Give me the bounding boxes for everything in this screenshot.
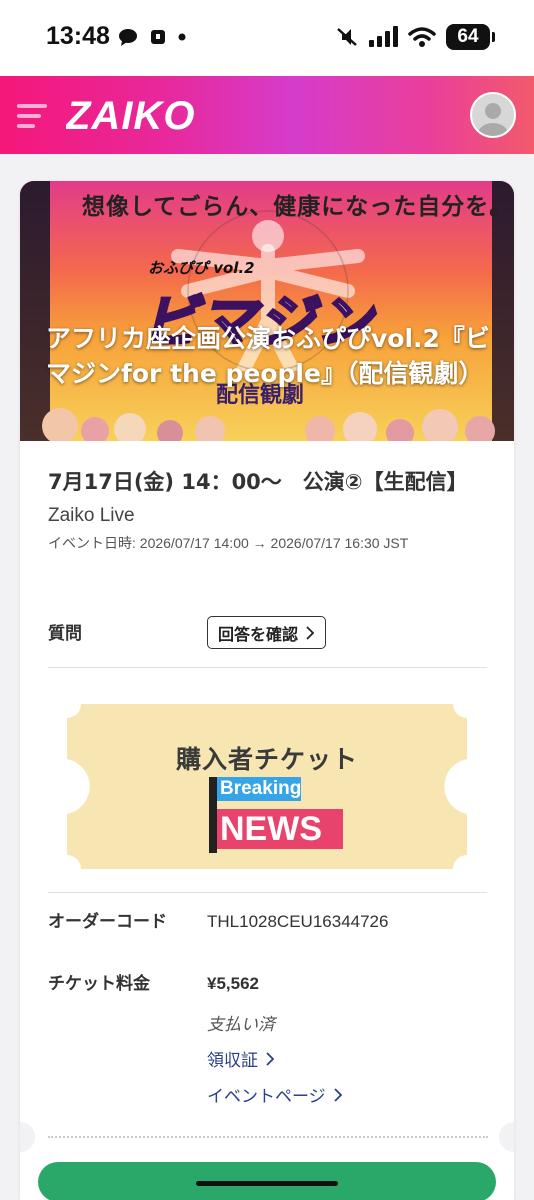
event-title: アフリカ座企画公演おふぴぴvol.2『ビマジンfor the people』（配… xyxy=(46,324,490,388)
status-time: 13:48 xyxy=(46,22,110,50)
receipt-link-label: 領収証 xyxy=(207,1051,258,1071)
mute-icon xyxy=(337,28,357,46)
perforation-line xyxy=(48,1136,488,1138)
ticket-stub[interactable]: 購入者チケット Breaking NEWS xyxy=(67,704,467,869)
event-page-link-label: イベントページ xyxy=(207,1087,326,1107)
payment-status: 支払い済 xyxy=(207,1015,275,1035)
message-icon xyxy=(151,30,165,44)
badge-breaking: Breaking xyxy=(217,777,301,801)
user-icon xyxy=(478,103,508,136)
event-dates: イベント日時: 2026/07/17 14:00 → 2026/07/17 16… xyxy=(48,535,409,551)
breaking-news-badge: Breaking NEWS xyxy=(209,777,343,853)
zaiko-logo[interactable]: ZAIKO xyxy=(66,96,218,134)
event-banner[interactable]: 想像してごらん、健康になった自分を。 おふぴぴ vol.2 ビマジン 配信観劇 … xyxy=(20,181,514,441)
ticket-title: 購入者チケット xyxy=(175,745,358,774)
signal-icon xyxy=(369,26,398,47)
chevron-right-icon xyxy=(306,625,315,640)
avatar[interactable] xyxy=(470,92,516,138)
battery-indicator: 64 xyxy=(446,24,495,50)
menu-icon[interactable] xyxy=(17,104,49,128)
app-header: ZAIKO xyxy=(0,76,534,154)
svg-text:ZAIKO: ZAIKO xyxy=(66,96,195,134)
badge-news: NEWS xyxy=(217,809,343,849)
question-label: 質問 xyxy=(48,624,82,644)
dot-icon xyxy=(178,33,186,41)
banner-tagline: 想像してごらん、健康になった自分を。 xyxy=(82,194,514,220)
performance-name: 7月17日(金) 14：00〜 公演②【生配信】 xyxy=(48,470,468,494)
chat-bubble-icon xyxy=(119,29,137,46)
ticket-card: 想像してごらん、健康になった自分を。 おふぴぴ vol.2 ビマジン 配信観劇 … xyxy=(20,181,514,1200)
status-bar: 13:48 64 xyxy=(0,0,534,76)
divider xyxy=(48,667,487,668)
home-indicator[interactable] xyxy=(196,1181,338,1186)
wifi-icon xyxy=(408,27,436,47)
ticket-notch-right xyxy=(499,1122,514,1152)
venue: Zaiko Live xyxy=(48,505,135,526)
banner-series: おふぴぴ vol.2 xyxy=(148,259,255,277)
order-code-value: THL1028CEU16344726 xyxy=(207,912,389,931)
confirm-answer-button[interactable]: 回答を確認 xyxy=(207,616,327,649)
event-page-link[interactable]: イベントページ xyxy=(207,1082,343,1107)
confirm-answer-label: 回答を確認 xyxy=(218,624,299,644)
receipt-link[interactable]: 領収証 xyxy=(207,1046,275,1071)
price-value: ¥5,562 xyxy=(207,974,259,993)
chevron-right-icon xyxy=(266,1051,275,1066)
order-code-label: オーダーコード xyxy=(48,912,167,932)
divider xyxy=(48,892,487,893)
price-label: チケット料金 xyxy=(48,974,150,994)
chevron-right-icon xyxy=(334,1087,342,1102)
ticket-notch-left xyxy=(20,1122,35,1152)
